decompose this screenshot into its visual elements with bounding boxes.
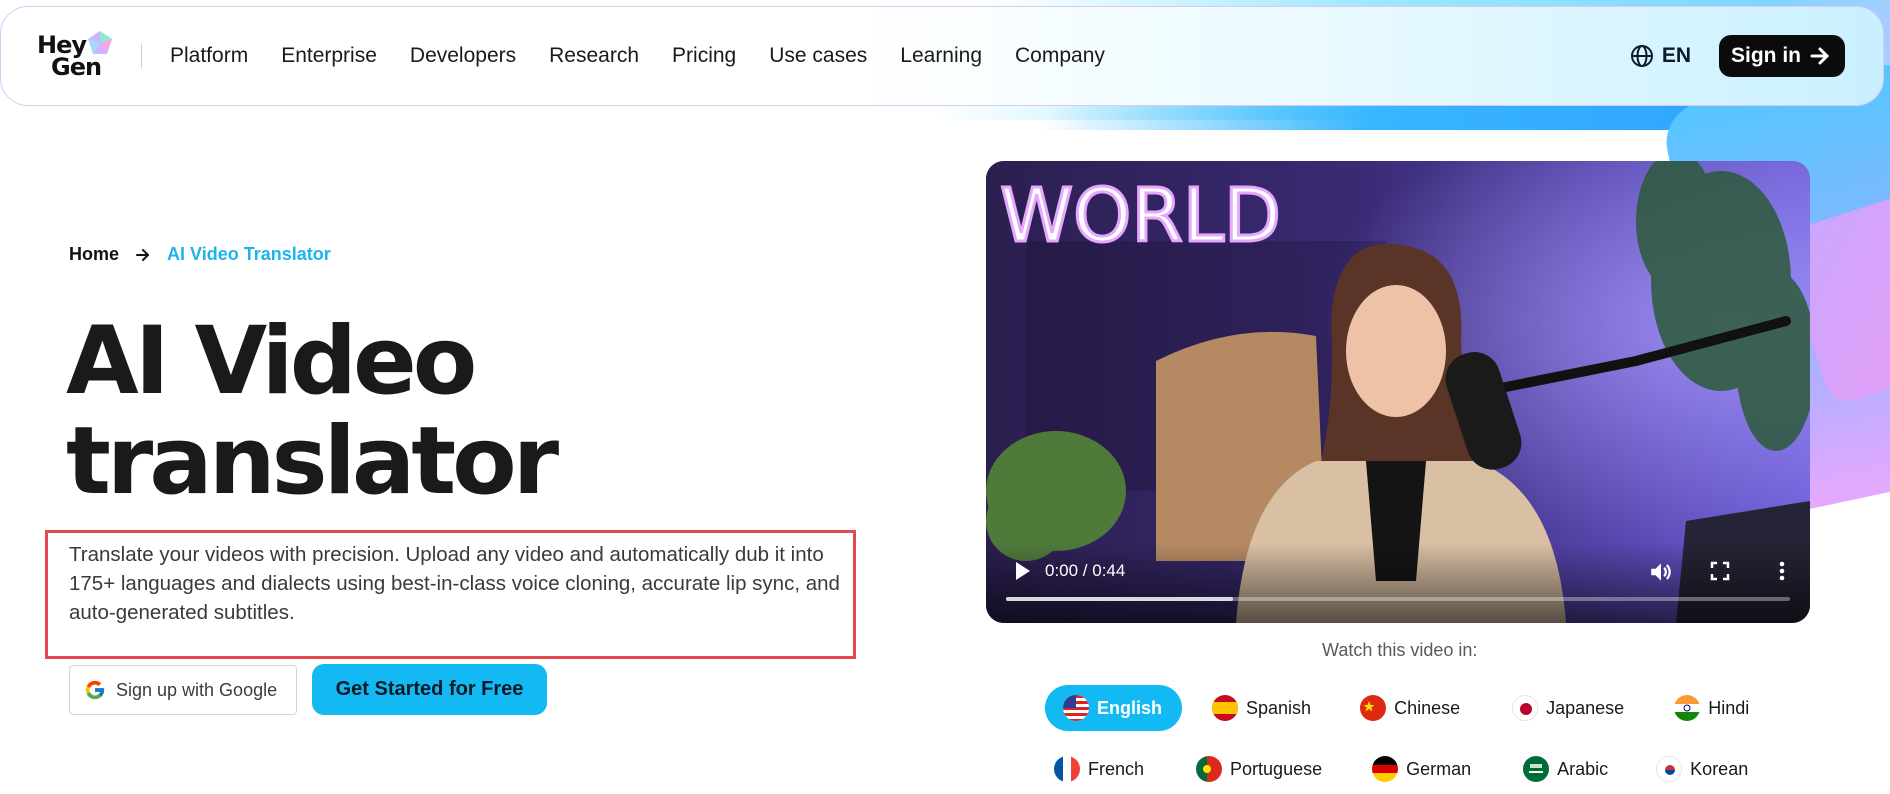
lang-label-french: French — [1088, 758, 1145, 779]
nav-company[interactable]: Company — [1015, 44, 1105, 68]
india-flag-icon — [1674, 695, 1701, 721]
watch-in-label: Watch this video in: — [1322, 640, 1478, 660]
get-started-label: Get Started for Free — [335, 678, 524, 700]
video-time: 0:00 / 0:44 — [1045, 561, 1126, 580]
lang-option-chinese[interactable]: Chinese — [1360, 685, 1460, 731]
breadcrumb-home[interactable]: Home — [69, 244, 119, 265]
language-row-2: French Portuguese German Arabic Korean — [1054, 746, 1748, 792]
france-flag-icon — [1054, 756, 1080, 782]
signin-button[interactable]: Sign in — [1719, 35, 1845, 77]
title-line-2: translator — [66, 407, 559, 516]
lang-label-spanish: Spanish — [1246, 697, 1312, 718]
lang-label-german: German — [1406, 758, 1472, 779]
video-progress-bar[interactable] — [1006, 597, 1790, 601]
logo-line-2: Gen — [51, 53, 102, 81]
video-player[interactable]: WORLD 0:00 / 0:44 — [986, 161, 1810, 623]
google-icon — [85, 680, 105, 700]
japan-flag-icon — [1512, 695, 1539, 721]
lang-option-korean[interactable]: Korean — [1656, 746, 1748, 792]
top-navbar: Hey Gen Platform Enterprise Developers R… — [0, 6, 1884, 106]
lang-label-chinese: Chinese — [1394, 697, 1461, 718]
video-controls-bar: 0:00 / 0:44 — [986, 543, 1810, 623]
breadcrumb: Home AI Video Translator — [69, 244, 331, 265]
lang-label-arabic: Arabic — [1557, 758, 1609, 779]
us-flag-icon — [1063, 695, 1089, 721]
language-code: EN — [1661, 44, 1691, 67]
nav-research[interactable]: Research — [549, 44, 639, 68]
lang-label-hindi: Hindi — [1708, 697, 1750, 718]
language-switcher[interactable]: EN — [1630, 44, 1691, 68]
lang-option-arabic[interactable]: Arabic — [1523, 746, 1608, 792]
more-options-icon[interactable] — [1772, 559, 1792, 583]
lang-option-spanish[interactable]: Spanish — [1212, 685, 1311, 731]
nav-actions: EN Sign in — [1630, 35, 1847, 77]
neon-sign-text: WORLD — [1000, 173, 1281, 259]
portugal-flag-icon — [1196, 756, 1223, 782]
video-buffered-bar — [1006, 597, 1234, 601]
china-flag-icon — [1360, 695, 1387, 721]
lang-label-japanese: Japanese — [1546, 697, 1625, 718]
fullscreen-icon[interactable] — [1708, 559, 1732, 583]
arrow-right-icon — [1810, 47, 1829, 65]
get-started-button[interactable]: Get Started for Free — [312, 664, 547, 715]
signin-label: Sign in — [1731, 44, 1801, 67]
lang-option-english[interactable]: English — [1045, 685, 1183, 731]
main-nav: Platform Enterprise Developers Research … — [170, 44, 1138, 68]
nav-use-cases[interactable]: Use cases — [769, 44, 867, 68]
lang-option-japanese[interactable]: Japanese — [1512, 685, 1624, 731]
breadcrumb-arrow-icon — [136, 248, 150, 261]
language-row-1: English Spanish Chinese Japanese Hindi — [1045, 685, 1749, 731]
nav-platform[interactable]: Platform — [170, 44, 248, 68]
saudi-flag-icon — [1523, 756, 1550, 782]
logo-gem-icon — [88, 31, 112, 54]
lang-label-english: English — [1097, 697, 1163, 718]
google-signup-button[interactable]: Sign up with Google — [69, 665, 297, 715]
play-icon[interactable] — [1010, 559, 1034, 583]
globe-icon — [1630, 45, 1653, 67]
lang-option-german[interactable]: German — [1372, 746, 1471, 792]
title-line-1: AI Video — [66, 307, 477, 416]
lang-label-portuguese: Portuguese — [1230, 758, 1323, 779]
lang-option-french[interactable]: French — [1054, 746, 1144, 792]
heygen-logo[interactable]: Hey Gen — [37, 26, 125, 86]
google-signup-label: Sign up with Google — [116, 679, 278, 700]
volume-icon[interactable] — [1648, 559, 1674, 585]
spain-flag-icon — [1212, 695, 1239, 721]
korea-flag-icon — [1656, 756, 1683, 782]
nav-developers[interactable]: Developers — [410, 44, 516, 68]
germany-flag-icon — [1372, 756, 1399, 782]
nav-pricing[interactable]: Pricing — [672, 44, 736, 68]
hero-description: Translate your videos with precision. Up… — [69, 543, 840, 624]
lang-option-hindi[interactable]: Hindi — [1674, 685, 1749, 731]
nav-enterprise[interactable]: Enterprise — [281, 44, 377, 68]
lang-label-korean: Korean — [1690, 758, 1749, 779]
breadcrumb-current[interactable]: AI Video Translator — [167, 244, 331, 265]
page-title: AI Video translator — [66, 312, 826, 512]
nav-divider — [141, 44, 142, 68]
nav-learning[interactable]: Learning — [900, 44, 982, 68]
lang-option-portuguese[interactable]: Portuguese — [1196, 746, 1322, 792]
